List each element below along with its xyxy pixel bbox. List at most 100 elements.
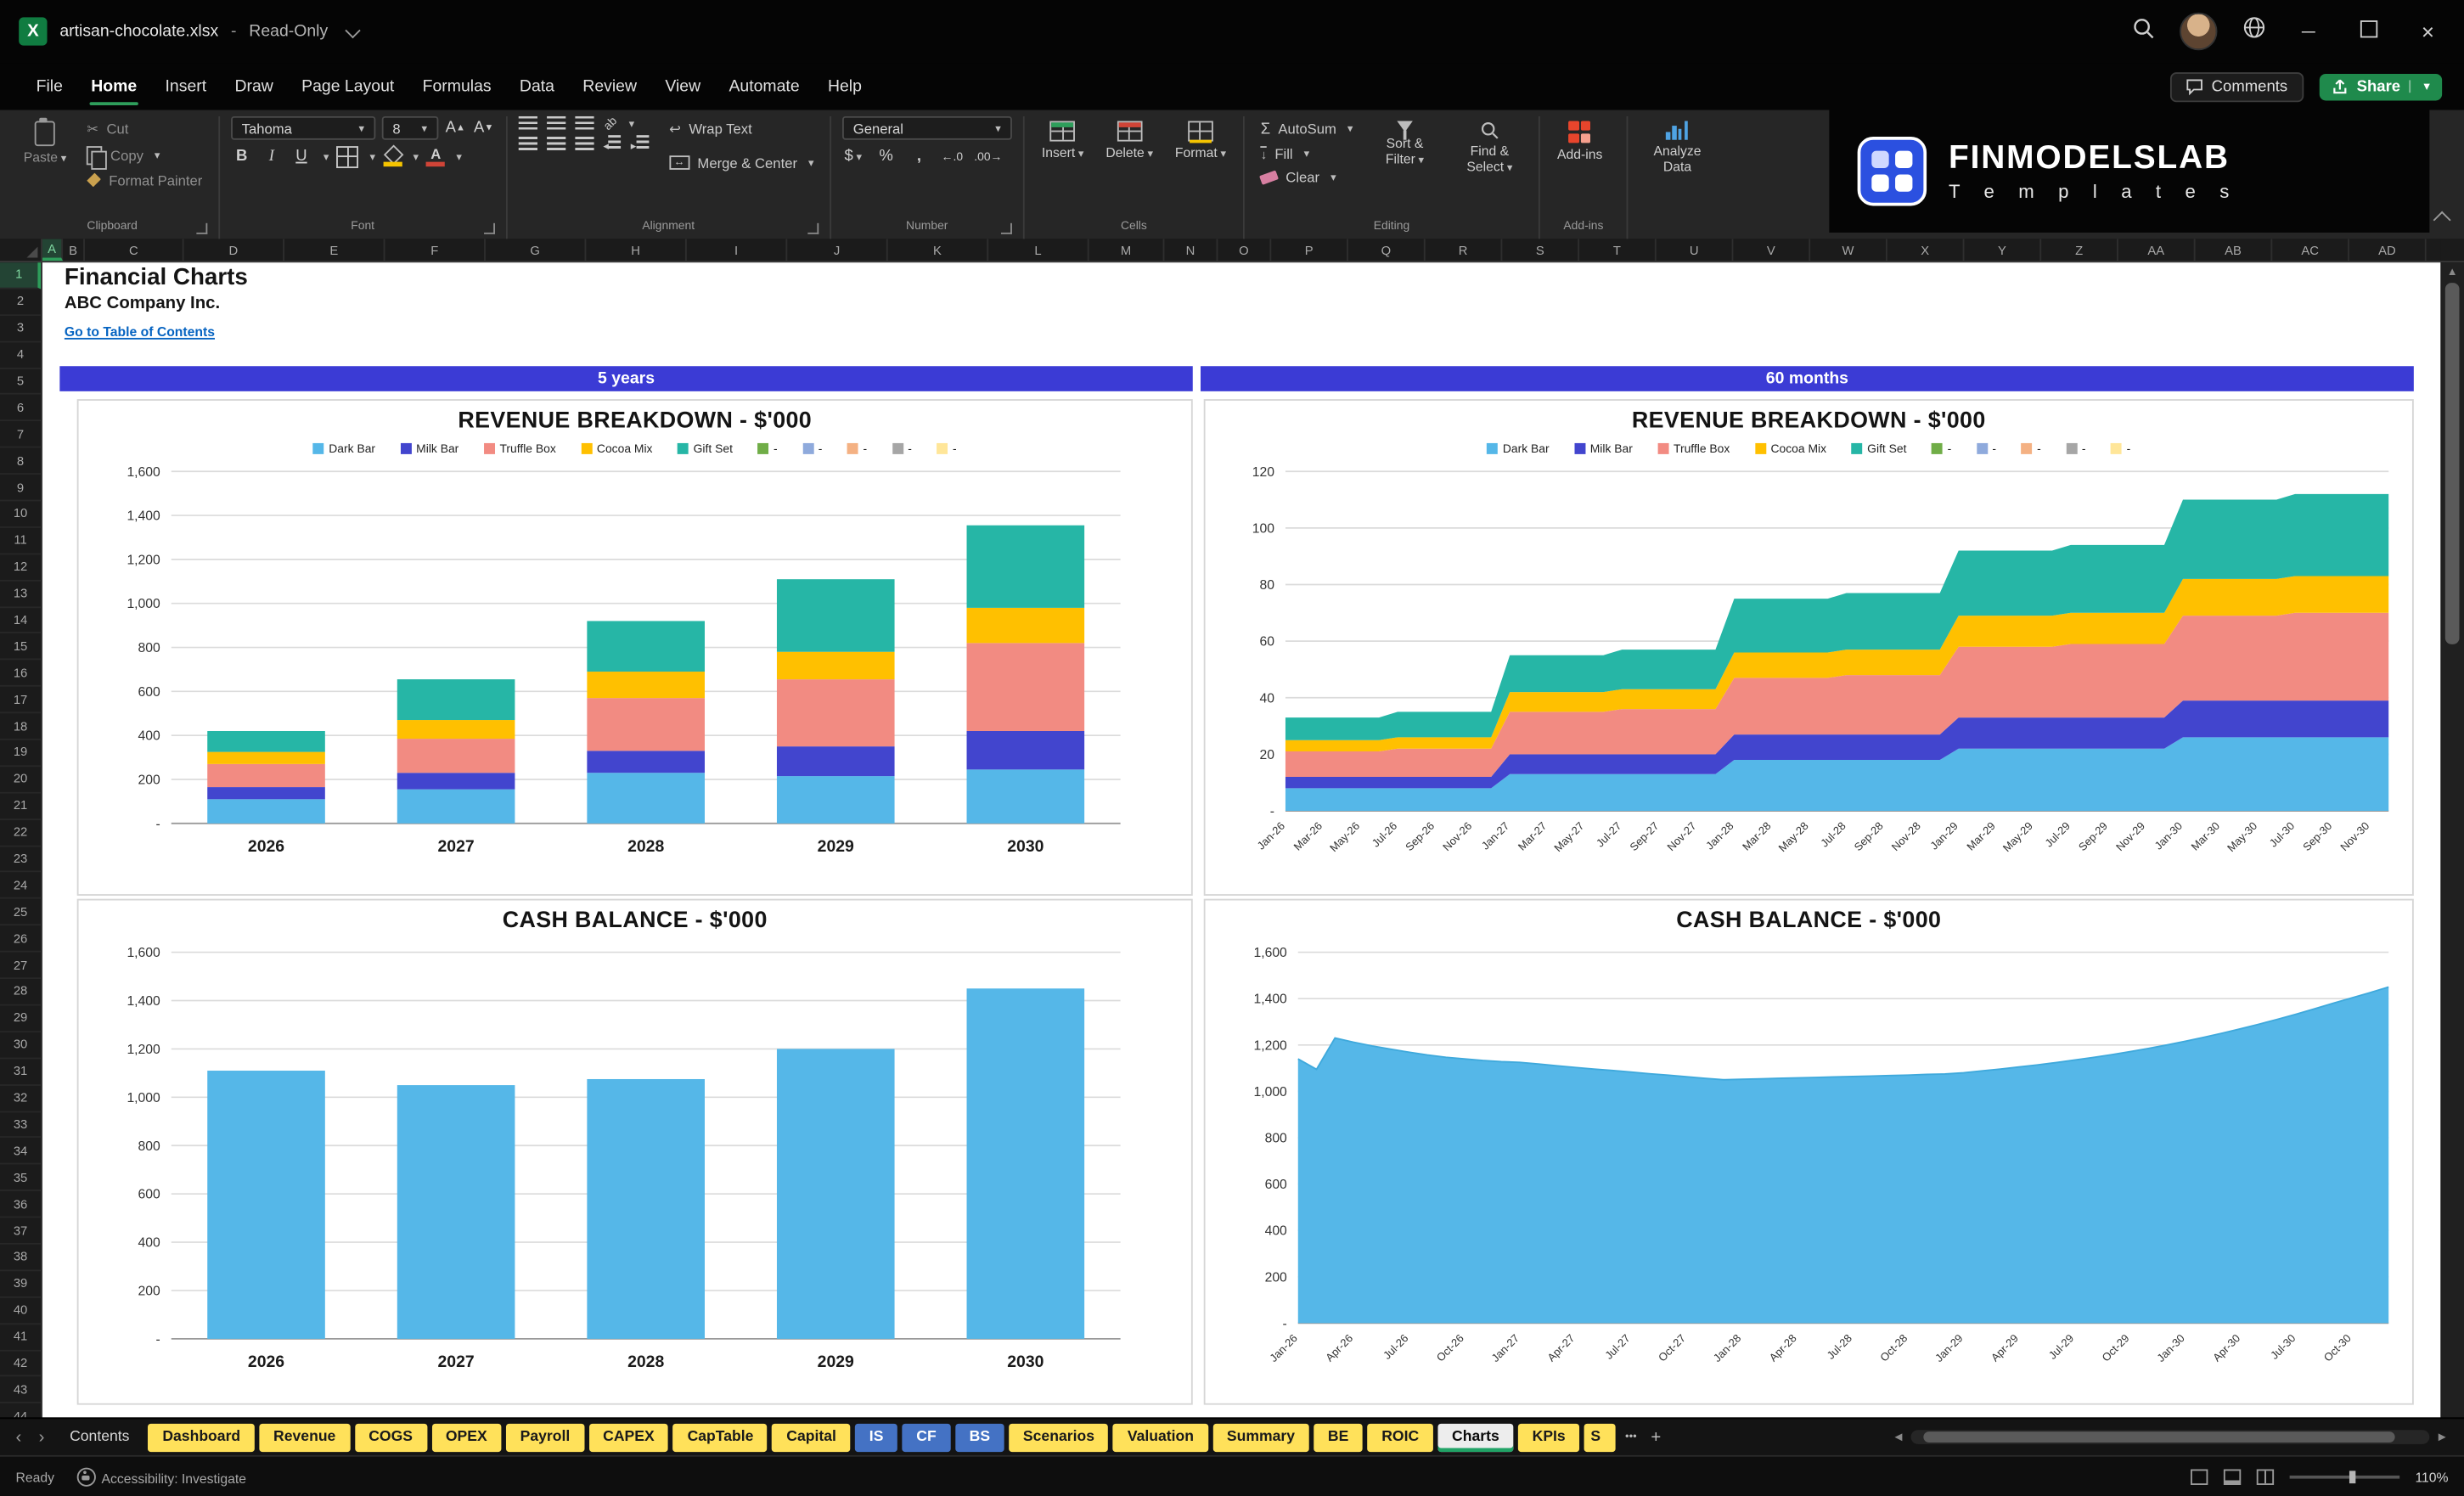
row-header-20[interactable]: 20	[0, 767, 42, 794]
column-header-Y[interactable]: Y	[1965, 239, 2042, 262]
row-header-34[interactable]: 34	[0, 1139, 42, 1165]
menu-view[interactable]: View	[651, 68, 715, 105]
align-bottom-icon[interactable]	[575, 115, 594, 131]
decrease-indent-icon[interactable]: ◂	[603, 135, 622, 153]
sheet-tab-contents[interactable]: Contents	[55, 1423, 143, 1451]
italic-button[interactable]: I	[261, 144, 283, 168]
row-header-6[interactable]: 6	[0, 395, 42, 422]
row-header-9[interactable]: 9	[0, 475, 42, 502]
column-header-AB[interactable]: AB	[2196, 239, 2273, 262]
row-header-39[interactable]: 39	[0, 1271, 42, 1298]
column-header-P[interactable]: P	[1271, 239, 1348, 262]
share-button[interactable]: Share ▾	[2319, 73, 2443, 100]
scroll-right-icon[interactable]: ►	[2436, 1430, 2449, 1444]
minimize-button[interactable]: ─	[2291, 20, 2326, 42]
column-header-A[interactable]: A	[42, 239, 64, 262]
number-format-select[interactable]: General ▾	[841, 115, 1012, 140]
increase-indent-icon[interactable]: ▸	[631, 135, 650, 153]
menu-insert[interactable]: Insert	[151, 68, 221, 105]
column-header-C[interactable]: C	[85, 239, 184, 262]
sheet-tab-cogs[interactable]: COGS	[354, 1422, 427, 1452]
row-header-15[interactable]: 15	[0, 634, 42, 661]
row-header-36[interactable]: 36	[0, 1191, 42, 1218]
sheet-tab-opex[interactable]: OPEX	[431, 1422, 502, 1452]
column-header-V[interactable]: V	[1733, 239, 1811, 262]
sheet-canvas[interactable]: Financial Charts ABC Company Inc. Go to …	[42, 262, 2441, 1418]
column-header-I[interactable]: I	[687, 239, 788, 262]
sheet-tab-captable[interactable]: CapTable	[672, 1422, 768, 1452]
sheet-tab-is[interactable]: IS	[855, 1422, 898, 1452]
font-color-icon[interactable]: A	[426, 146, 446, 166]
account-avatar[interactable]	[2180, 12, 2218, 51]
column-header-O[interactable]: O	[1218, 239, 1272, 262]
menu-home[interactable]: Home	[77, 68, 151, 106]
column-header-Z[interactable]: Z	[2041, 239, 2118, 262]
sheet-tab-valuation[interactable]: Valuation	[1113, 1422, 1208, 1452]
row-header-32[interactable]: 32	[0, 1085, 42, 1112]
align-right-icon[interactable]	[575, 137, 594, 151]
row-header-13[interactable]: 13	[0, 581, 42, 608]
borders-icon[interactable]	[336, 145, 359, 168]
sort-filter-button[interactable]: Sort & Filter ▾	[1367, 116, 1443, 172]
font-dialog-launcher-icon[interactable]	[483, 222, 495, 234]
column-header-B[interactable]: B	[63, 239, 85, 262]
clipboard-dialog-launcher-icon[interactable]	[195, 222, 207, 234]
row-header-23[interactable]: 23	[0, 846, 42, 874]
row-header-21[interactable]: 21	[0, 793, 42, 820]
column-header-S[interactable]: S	[1502, 239, 1580, 262]
horizontal-scrollbar[interactable]: ◄ ►	[1893, 1430, 2455, 1444]
row-header-22[interactable]: 22	[0, 820, 42, 846]
row-header-26[interactable]: 26	[0, 926, 42, 953]
column-header-J[interactable]: J	[787, 239, 888, 262]
chart-cash-balance-5y[interactable]: CASH BALANCE - $'000 - 200 400 600 800 1,000 1…	[76, 898, 1193, 1405]
comma-style-button[interactable]: ,	[909, 144, 931, 168]
toc-hyperlink[interactable]: Go to Table of Contents	[65, 323, 215, 340]
column-header-W[interactable]: W	[1810, 239, 1887, 262]
sheet-tab-charts[interactable]: Charts	[1437, 1422, 1514, 1452]
maximize-button[interactable]	[2351, 20, 2386, 42]
sheet-tab-scenarios[interactable]: Scenarios	[1009, 1422, 1109, 1452]
sheet-tab-s[interactable]: S	[1584, 1422, 1616, 1452]
search-icon[interactable]	[2133, 16, 2155, 46]
row-header-35[interactable]: 35	[0, 1165, 42, 1192]
new-sheet-button[interactable]: +	[1646, 1427, 1666, 1446]
addins-button[interactable]: Add-ins	[1551, 116, 1609, 168]
format-painter-button[interactable]: Format Painter	[82, 168, 207, 192]
font-size-select[interactable]: 8 ▾	[381, 115, 438, 140]
prev-sheet-button[interactable]: ‹	[9, 1427, 28, 1446]
vertical-scrollbar-thumb[interactable]	[2444, 283, 2460, 644]
column-header-X[interactable]: X	[1887, 239, 1965, 262]
column-header-AA[interactable]: AA	[2118, 239, 2196, 262]
row-header-11[interactable]: 11	[0, 528, 42, 554]
column-header-F[interactable]: F	[385, 239, 486, 262]
row-header-16[interactable]: 16	[0, 661, 42, 688]
row-header-24[interactable]: 24	[0, 873, 42, 900]
column-header-AC[interactable]: AC	[2272, 239, 2349, 262]
menu-draw[interactable]: Draw	[221, 68, 288, 105]
column-header-U[interactable]: U	[1657, 239, 1734, 262]
font-name-select[interactable]: Tahoma ▾	[230, 115, 375, 140]
column-header-K[interactable]: K	[888, 239, 989, 262]
row-header-17[interactable]: 17	[0, 687, 42, 714]
menu-page-layout[interactable]: Page Layout	[287, 68, 408, 105]
share-dropdown-chevron-icon[interactable]: ▾	[2410, 80, 2429, 93]
column-header-E[interactable]: E	[284, 239, 385, 262]
delete-cells-button[interactable]: Delete ▾	[1100, 116, 1160, 166]
sheet-tab-dashboard[interactable]: Dashboard	[148, 1422, 255, 1452]
row-header-10[interactable]: 10	[0, 501, 42, 528]
alignment-dialog-launcher-icon[interactable]	[807, 222, 819, 234]
column-header-N[interactable]: N	[1164, 239, 1218, 262]
row-header-2[interactable]: 2	[0, 289, 42, 316]
row-header-12[interactable]: 12	[0, 554, 42, 582]
column-header-M[interactable]: M	[1089, 239, 1165, 262]
menu-formulas[interactable]: Formulas	[408, 68, 505, 105]
column-header-D[interactable]: D	[184, 239, 284, 262]
row-header-29[interactable]: 29	[0, 1005, 42, 1032]
cut-button[interactable]: ✂ Cut	[82, 116, 207, 142]
row-header-42[interactable]: 42	[0, 1351, 42, 1378]
row-header-40[interactable]: 40	[0, 1297, 42, 1324]
close-button[interactable]: ×	[2411, 19, 2445, 44]
row-header-37[interactable]: 37	[0, 1218, 42, 1245]
collapse-ribbon-icon[interactable]	[2433, 211, 2451, 229]
accounting-format-button[interactable]: $ ▾	[842, 144, 864, 168]
